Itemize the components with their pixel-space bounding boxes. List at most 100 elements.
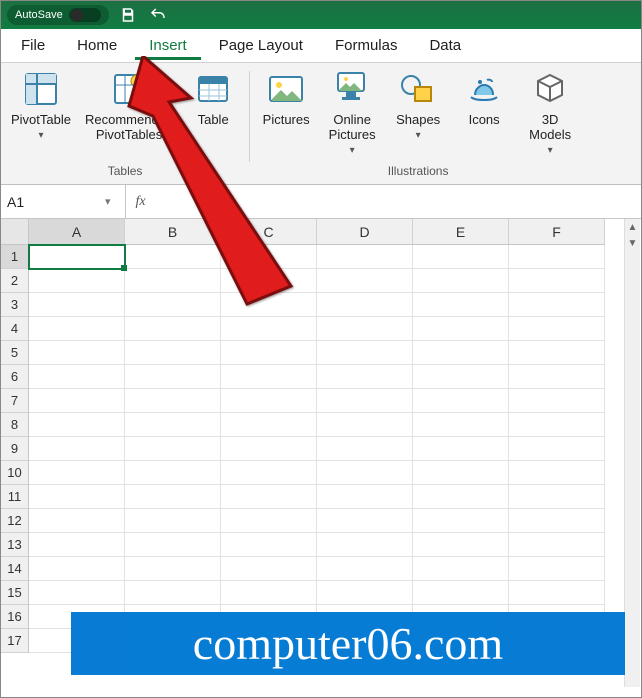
3d-models-button[interactable]: 3D Models ▾ (524, 69, 576, 156)
tab-file[interactable]: File (7, 31, 59, 60)
cell[interactable] (125, 557, 221, 581)
cell[interactable] (413, 509, 509, 533)
cell[interactable] (125, 317, 221, 341)
name-box[interactable] (1, 188, 97, 216)
row-header[interactable]: 8 (1, 413, 29, 437)
cell[interactable] (413, 581, 509, 605)
row-header[interactable]: 17 (1, 629, 29, 653)
cell[interactable] (29, 557, 125, 581)
cell[interactable] (29, 245, 125, 269)
cell[interactable] (29, 341, 125, 365)
cell[interactable] (221, 557, 317, 581)
cell[interactable] (317, 461, 413, 485)
row-header[interactable]: 7 (1, 389, 29, 413)
cell[interactable] (509, 413, 605, 437)
cell[interactable] (317, 317, 413, 341)
cell[interactable] (317, 389, 413, 413)
cell[interactable] (221, 413, 317, 437)
tab-data[interactable]: Data (415, 31, 475, 60)
scroll-down-icon[interactable]: ▼ (625, 235, 640, 251)
cell[interactable] (125, 389, 221, 413)
cell[interactable] (413, 389, 509, 413)
vertical-scrollbar[interactable]: ▲ ▼ (624, 219, 640, 687)
pivottable-button[interactable]: PivotTable ▾ (11, 69, 71, 143)
cell[interactable] (509, 485, 605, 509)
cell[interactable] (413, 269, 509, 293)
autosave-toggle[interactable]: AutoSave (7, 5, 109, 25)
cell[interactable] (221, 341, 317, 365)
cell[interactable] (413, 557, 509, 581)
pictures-button[interactable]: Pictures (260, 69, 312, 156)
cell[interactable] (125, 245, 221, 269)
cell[interactable] (125, 269, 221, 293)
cell[interactable] (29, 413, 125, 437)
cell[interactable] (221, 485, 317, 509)
row-header[interactable]: 9 (1, 437, 29, 461)
cell[interactable] (221, 269, 317, 293)
cell[interactable] (125, 413, 221, 437)
cell[interactable] (509, 533, 605, 557)
cell[interactable] (221, 509, 317, 533)
recommended-pivottables-button[interactable]: Recommended PivotTables (85, 69, 173, 143)
cell[interactable] (413, 485, 509, 509)
row-header[interactable]: 3 (1, 293, 29, 317)
cell[interactable] (413, 461, 509, 485)
cell[interactable] (413, 365, 509, 389)
cell[interactable] (509, 437, 605, 461)
cell[interactable] (509, 245, 605, 269)
row-header[interactable]: 6 (1, 365, 29, 389)
cell[interactable] (509, 269, 605, 293)
cell[interactable] (29, 533, 125, 557)
row-header[interactable]: 15 (1, 581, 29, 605)
cell[interactable] (29, 509, 125, 533)
cell[interactable] (509, 461, 605, 485)
cell[interactable] (125, 485, 221, 509)
cell[interactable] (125, 341, 221, 365)
cell[interactable] (221, 461, 317, 485)
cell[interactable] (221, 317, 317, 341)
col-header-F[interactable]: F (509, 219, 605, 245)
cell[interactable] (509, 581, 605, 605)
cell[interactable] (317, 341, 413, 365)
row-header[interactable]: 4 (1, 317, 29, 341)
fx-icon[interactable]: fx (126, 194, 156, 210)
cell[interactable] (125, 365, 221, 389)
cell[interactable] (29, 365, 125, 389)
cell[interactable] (125, 509, 221, 533)
row-header[interactable]: 11 (1, 485, 29, 509)
cell[interactable] (125, 437, 221, 461)
cell[interactable] (29, 581, 125, 605)
row-header[interactable]: 2 (1, 269, 29, 293)
cell[interactable] (29, 269, 125, 293)
cell[interactable] (413, 437, 509, 461)
cell[interactable] (125, 293, 221, 317)
col-header-B[interactable]: B (125, 219, 221, 245)
cell[interactable] (317, 485, 413, 509)
row-header[interactable]: 16 (1, 605, 29, 629)
cell[interactable] (317, 269, 413, 293)
cell[interactable] (413, 533, 509, 557)
cell[interactable] (509, 293, 605, 317)
cell[interactable] (221, 245, 317, 269)
row-header[interactable]: 14 (1, 557, 29, 581)
col-header-C[interactable]: C (221, 219, 317, 245)
cell[interactable] (317, 581, 413, 605)
online-pictures-button[interactable]: Online Pictures ▾ (326, 69, 378, 156)
cell[interactable] (509, 509, 605, 533)
cell[interactable] (221, 293, 317, 317)
icons-button[interactable]: Icons (458, 69, 510, 156)
col-header-E[interactable]: E (413, 219, 509, 245)
cell[interactable] (221, 437, 317, 461)
cell[interactable] (509, 317, 605, 341)
row-header[interactable]: 12 (1, 509, 29, 533)
col-header-A[interactable]: A (29, 219, 125, 245)
select-all-corner[interactable] (1, 219, 29, 245)
save-icon[interactable] (117, 4, 139, 26)
row-header[interactable]: 1 (1, 245, 29, 269)
cell[interactable] (317, 557, 413, 581)
cell[interactable] (317, 437, 413, 461)
cell[interactable] (413, 341, 509, 365)
tab-formulas[interactable]: Formulas (321, 31, 412, 60)
cell[interactable] (29, 485, 125, 509)
cell[interactable] (221, 389, 317, 413)
